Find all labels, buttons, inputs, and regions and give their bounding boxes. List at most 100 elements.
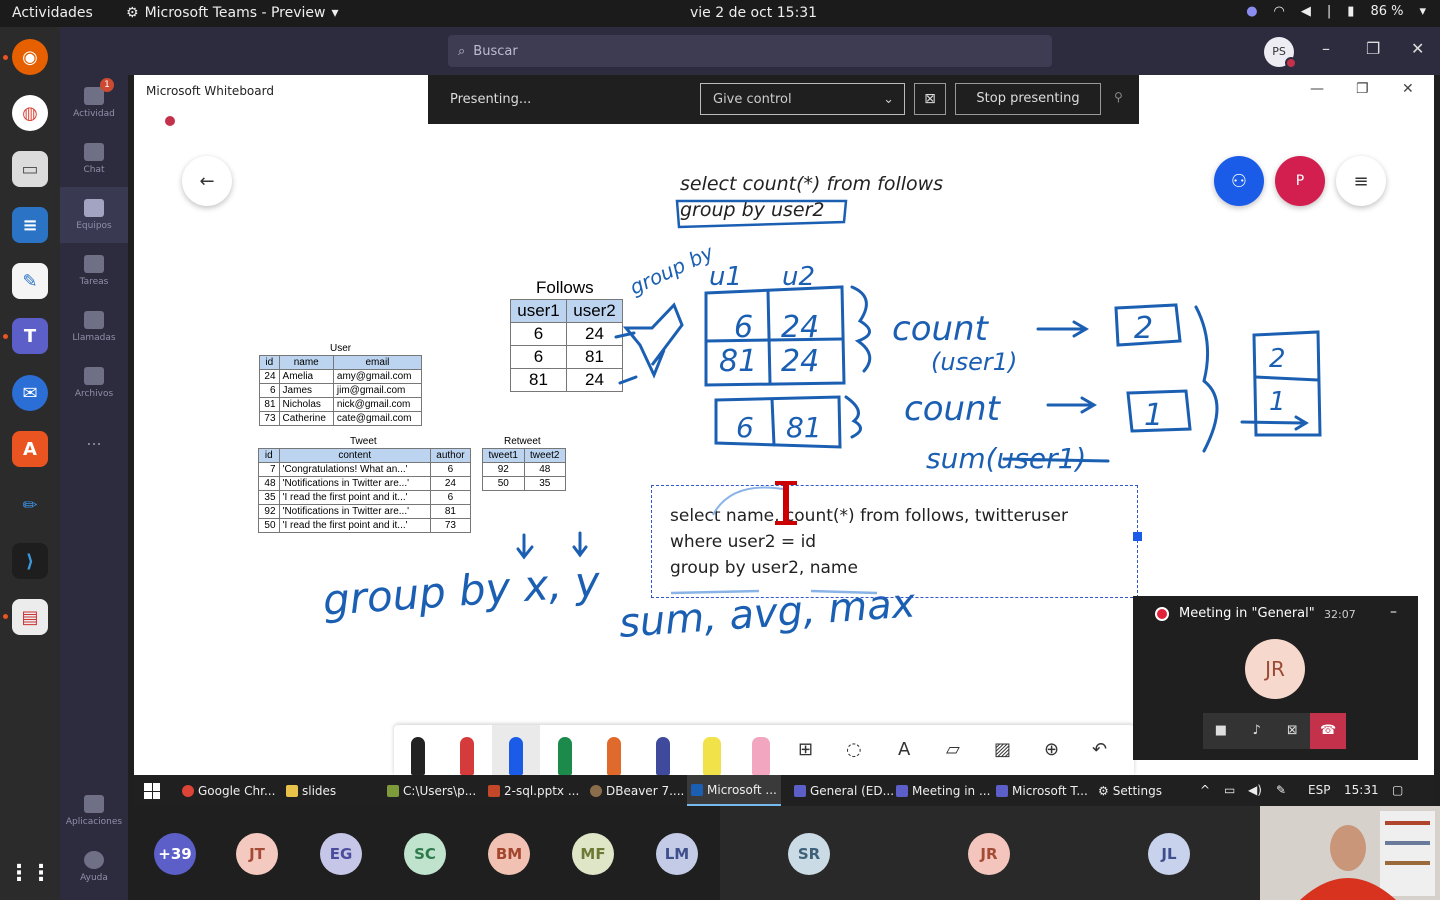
show-apps-icon[interactable]: ⋮⋮ bbox=[8, 855, 52, 891]
text-icon[interactable]: A bbox=[898, 739, 910, 760]
taskbar-item[interactable]: C:\Users\p... bbox=[383, 775, 480, 806]
rail-item-files[interactable]: Archivos bbox=[60, 355, 128, 411]
participant-avatar[interactable]: JT bbox=[236, 833, 278, 875]
textbox-ink-overlay bbox=[670, 481, 878, 595]
search-input[interactable]: ⌕ Buscar bbox=[448, 35, 1052, 67]
profile-avatar[interactable]: PS bbox=[1264, 37, 1297, 69]
rail-item-teams[interactable]: Equipos bbox=[60, 187, 128, 243]
volume-icon[interactable]: ◀) bbox=[1248, 783, 1262, 797]
system-tray[interactable]: ● ◠ ◀ | ▮ 86 % ▾ bbox=[1246, 4, 1426, 19]
taskbar-item[interactable]: Microsoft ... bbox=[687, 775, 781, 806]
taskbar-item[interactable]: Google Chr... bbox=[178, 775, 279, 806]
overflow-participants[interactable]: +39 bbox=[154, 833, 196, 875]
apps-icon bbox=[84, 795, 104, 813]
participant-avatar[interactable]: EG bbox=[320, 833, 362, 875]
running-indicator bbox=[3, 334, 8, 339]
taskbar-item[interactable]: slides bbox=[282, 775, 340, 806]
video-feed bbox=[1260, 806, 1440, 900]
minimize-icon[interactable]: – bbox=[1390, 604, 1397, 620]
app-menu[interactable]: ⚙ Microsoft Teams - Preview ▾ bbox=[126, 5, 339, 21]
camera-icon[interactable]: ■ bbox=[1203, 713, 1239, 749]
give-control-dropdown[interactable]: Give control ⌄ bbox=[700, 83, 905, 115]
running-indicator bbox=[3, 614, 8, 619]
participant-avatar[interactable]: SR bbox=[788, 833, 830, 875]
participant-avatar[interactable]: JR bbox=[968, 833, 1010, 875]
participant-avatar[interactable]: BM bbox=[488, 833, 530, 875]
taskbar-item[interactable]: DBeaver 7.... bbox=[586, 775, 688, 806]
participant-avatar[interactable]: MF bbox=[572, 833, 614, 875]
taskbar-item[interactable]: General (ED... bbox=[790, 775, 898, 806]
pen-red[interactable] bbox=[443, 725, 491, 775]
participant-avatar[interactable]: LM bbox=[656, 833, 698, 875]
volume-icon: ◀ bbox=[1300, 4, 1311, 19]
pencil-app-icon[interactable]: ✏ bbox=[12, 487, 48, 523]
stop-presenting-button[interactable]: Stop presenting bbox=[955, 83, 1101, 115]
close-icon[interactable]: ✕ bbox=[1411, 39, 1424, 58]
rail-item-chat[interactable]: Chat bbox=[60, 131, 128, 187]
meeting-controls: ■ ♪ ⊠ ☎ bbox=[1203, 713, 1346, 749]
lasso-icon[interactable]: ◌ bbox=[846, 739, 862, 760]
share-screen-icon[interactable]: ⊠ bbox=[1275, 713, 1311, 749]
teams-icon[interactable]: T bbox=[12, 318, 48, 354]
language-indicator[interactable]: ESP bbox=[1308, 783, 1330, 797]
chat-icon bbox=[84, 143, 104, 161]
rail-more-button[interactable]: ... bbox=[60, 411, 128, 467]
hang-up-icon[interactable]: ☎ bbox=[1310, 713, 1346, 749]
text-editor-icon[interactable]: ✎ bbox=[12, 263, 48, 299]
stop-sharing-audio-button[interactable]: ⊠ bbox=[914, 83, 946, 115]
pen-tray-icon[interactable]: ✎ bbox=[1276, 783, 1286, 797]
battery-icon[interactable]: ▭ bbox=[1224, 783, 1235, 797]
taskbar-clock[interactable]: 15:31 bbox=[1344, 783, 1379, 797]
rail-item-tasks[interactable]: Tareas bbox=[60, 243, 128, 299]
rail-item-apps[interactable]: Aplicaciones bbox=[60, 783, 128, 839]
pen-blue[interactable] bbox=[492, 725, 540, 775]
firefox-icon[interactable]: ◉ bbox=[12, 39, 48, 75]
help-icon bbox=[84, 851, 104, 869]
windows-start-icon[interactable] bbox=[144, 783, 160, 799]
screen-off-icon: ⊠ bbox=[924, 91, 936, 107]
pen-galaxy[interactable] bbox=[639, 725, 687, 775]
ink-underline bbox=[810, 589, 878, 595]
software-center-icon[interactable]: A bbox=[12, 431, 48, 467]
files-icon[interactable]: ▭ bbox=[12, 151, 48, 187]
undo-icon[interactable]: ↶ bbox=[1092, 739, 1107, 760]
ink-cell: 6 bbox=[736, 411, 754, 444]
writer-icon[interactable]: ≡ bbox=[12, 207, 48, 243]
participant-avatar[interactable]: JL bbox=[1148, 833, 1190, 875]
running-indicator bbox=[3, 55, 8, 60]
ink-arrow bbox=[1240, 415, 1309, 431]
rail-item-activity[interactable]: Actividad 1 bbox=[60, 75, 128, 131]
participant-avatar[interactable]: SC bbox=[404, 833, 446, 875]
notification-icon[interactable]: ▢ bbox=[1392, 783, 1403, 797]
add-icon[interactable]: ⊕ bbox=[1044, 739, 1059, 760]
rail-item-calls[interactable]: Llamadas bbox=[60, 299, 128, 355]
pen-black[interactable] bbox=[394, 725, 442, 775]
note-icon[interactable]: ▱ bbox=[946, 739, 960, 760]
eraser[interactable] bbox=[737, 725, 785, 775]
rail-label: Archivos bbox=[74, 389, 114, 399]
teams-icon bbox=[996, 784, 1008, 797]
thunderbird-icon[interactable]: ✉ bbox=[12, 375, 48, 411]
pen-green[interactable] bbox=[541, 725, 589, 775]
mic-icon[interactable]: ♪ bbox=[1239, 713, 1275, 749]
chrome-icon[interactable]: ◍ bbox=[12, 95, 48, 131]
document-viewer-icon[interactable]: ▤ bbox=[12, 599, 48, 635]
taskbar-item[interactable]: Meeting in ... bbox=[892, 775, 994, 806]
activities-button[interactable]: Actividades bbox=[12, 5, 93, 21]
ink-line bbox=[766, 289, 772, 385]
image-icon[interactable]: ▨ bbox=[994, 739, 1011, 760]
pen-rainbow[interactable] bbox=[590, 725, 638, 775]
chrome-icon bbox=[182, 784, 194, 797]
minimize-icon[interactable]: – bbox=[1322, 39, 1330, 58]
highlighter[interactable] bbox=[688, 725, 736, 775]
chevron-up-icon[interactable]: ^ bbox=[1200, 783, 1210, 797]
taskbar-item[interactable]: Microsoft T... bbox=[992, 775, 1092, 806]
maximize-icon[interactable]: ❐ bbox=[1366, 39, 1380, 58]
vscode-icon[interactable]: ⟩ bbox=[12, 543, 48, 579]
rail-item-help[interactable]: Ayuda bbox=[60, 839, 128, 895]
taskbar-item[interactable]: ⚙ Settings bbox=[1094, 775, 1166, 806]
pin-icon[interactable]: ⚲ bbox=[1114, 90, 1123, 104]
ruler-icon[interactable]: ⊞ bbox=[798, 739, 813, 760]
clock[interactable]: vie 2 de oct 15:31 bbox=[690, 5, 817, 21]
taskbar-item[interactable]: 2-sql.pptx ... bbox=[484, 775, 583, 806]
